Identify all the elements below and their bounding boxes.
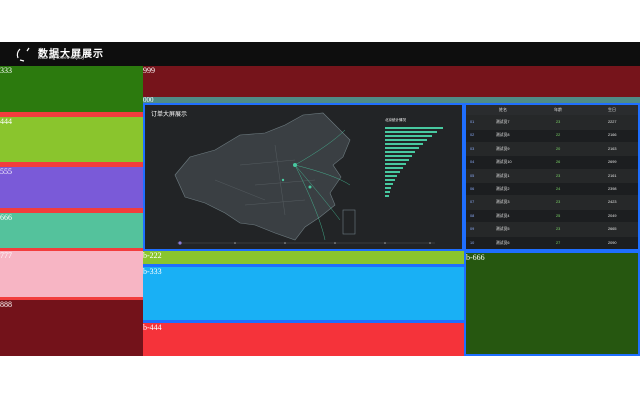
cell-birthday: 2423 (608, 200, 617, 205)
row-index: 04 (470, 160, 475, 165)
cell-birthday: 2398 (608, 187, 617, 191)
cell-name: 测试员5 (496, 227, 510, 232)
cell-birthday: 2090 (608, 240, 617, 245)
row-index: 10 (470, 240, 475, 245)
row-index: 03 (470, 146, 475, 151)
block-label: 888 (0, 300, 12, 309)
table-row: 01 测试员7 23 2227 (466, 115, 638, 130)
block-555: 555 (0, 167, 143, 208)
bar-chart-title: 北京统计情况 (385, 118, 406, 122)
table-row: 05 测试员1 23 2161 (466, 168, 638, 184)
block-b222: b-222 (143, 251, 464, 264)
cell-birthday: 2699 (608, 160, 617, 165)
block-label: b-666 (466, 253, 485, 262)
column-header-name: 姓名 (499, 107, 507, 112)
table-row: 09 测试员5 23 2665 (466, 222, 638, 237)
block-b444: b-444 (143, 323, 464, 356)
column-header-age: 年龄 (554, 107, 562, 112)
table-row: 04 测试员10 26 2699 (466, 155, 638, 170)
block-label: b-333 (143, 267, 162, 276)
cell-name: 测试员9 (496, 146, 510, 151)
row-index: 07 (470, 200, 475, 205)
cell-age: 22 (556, 133, 561, 138)
cell-name: 测试员4 (496, 213, 510, 218)
block-label: 555 (0, 167, 12, 176)
china-map (174, 112, 443, 245)
block-label: 444 (0, 117, 12, 126)
block-777: 777 (0, 251, 143, 297)
cell-birthday: 2161 (608, 173, 617, 178)
block-888: 888 (0, 300, 143, 356)
column-header-birthday: 生日 (608, 107, 616, 112)
table-row: 03 测试员9 20 2163 (466, 141, 638, 157)
banner-label: 999 (143, 66, 155, 75)
cell-age: 26 (556, 160, 561, 165)
table-row: 06 测试员2 24 2398 (466, 182, 638, 197)
page-subtitle: Data big screen display (38, 56, 85, 61)
cell-age: 20 (556, 146, 561, 151)
row-index: 09 (470, 227, 475, 232)
cell-birthday: 2049 (608, 213, 617, 218)
cell-name: 测试员3 (496, 200, 510, 205)
cell-age: 23 (556, 120, 561, 124)
cell-name: 测试员10 (496, 160, 512, 165)
header-bar: 数据大屏展示 Data big screen display (0, 42, 640, 66)
data-table: 姓名 年龄 生日 01 测试员7 23 2227 02 测试员8 22 2166 03 测试员9 2… (464, 103, 640, 251)
map-point (281, 178, 285, 182)
cell-birthday: 2665 (608, 227, 617, 232)
cell-birthday: 2163 (608, 146, 617, 151)
row-index: 06 (470, 187, 475, 191)
cell-name: 测试员7 (496, 120, 510, 124)
table-row: 02 测试员8 22 2166 (466, 128, 638, 143)
block-label: b-444 (143, 323, 162, 332)
row-index: 02 (470, 133, 475, 138)
map-panel: 订单大屏展示 北京统计情况 (143, 103, 464, 251)
banner-999: 999 (143, 66, 640, 97)
block-b333: b-333 (143, 267, 464, 320)
map-point (308, 185, 312, 189)
logo-icon (16, 47, 30, 62)
table-row: 07 测试员3 23 2423 (466, 195, 638, 210)
block-label: 666 (0, 213, 12, 222)
block-label: 777 (0, 251, 12, 260)
row-index: 08 (470, 213, 475, 218)
cell-birthday: 2227 (608, 120, 617, 124)
cell-birthday: 2166 (608, 133, 617, 138)
cell-name: 测试员1 (496, 173, 510, 178)
block-666: 666 (0, 213, 143, 248)
block-444: 444 (0, 117, 143, 162)
table-header: 姓名 年龄 生日 (466, 105, 638, 115)
table-row: 10 测试员6 27 2090 (466, 236, 638, 251)
row-index: 01 (470, 120, 475, 124)
row-index: 05 (470, 173, 475, 178)
cell-age: 23 (556, 173, 561, 178)
block-label: b-222 (143, 251, 162, 260)
table-row: 08 测试员4 25 2049 (466, 209, 638, 224)
cell-age: 27 (556, 240, 561, 245)
cell-age: 24 (556, 187, 561, 191)
cell-age: 25 (556, 213, 561, 218)
cell-name: 测试员2 (496, 187, 510, 191)
cell-age: 23 (556, 200, 561, 205)
cell-age: 23 (556, 227, 561, 232)
block-label: 333 (0, 66, 12, 75)
cell-name: 测试员6 (496, 240, 510, 245)
map-point (293, 163, 297, 167)
cell-name: 测试员8 (496, 133, 510, 138)
block-333: 333 (0, 66, 143, 112)
block-b666: b-666 (464, 251, 640, 356)
